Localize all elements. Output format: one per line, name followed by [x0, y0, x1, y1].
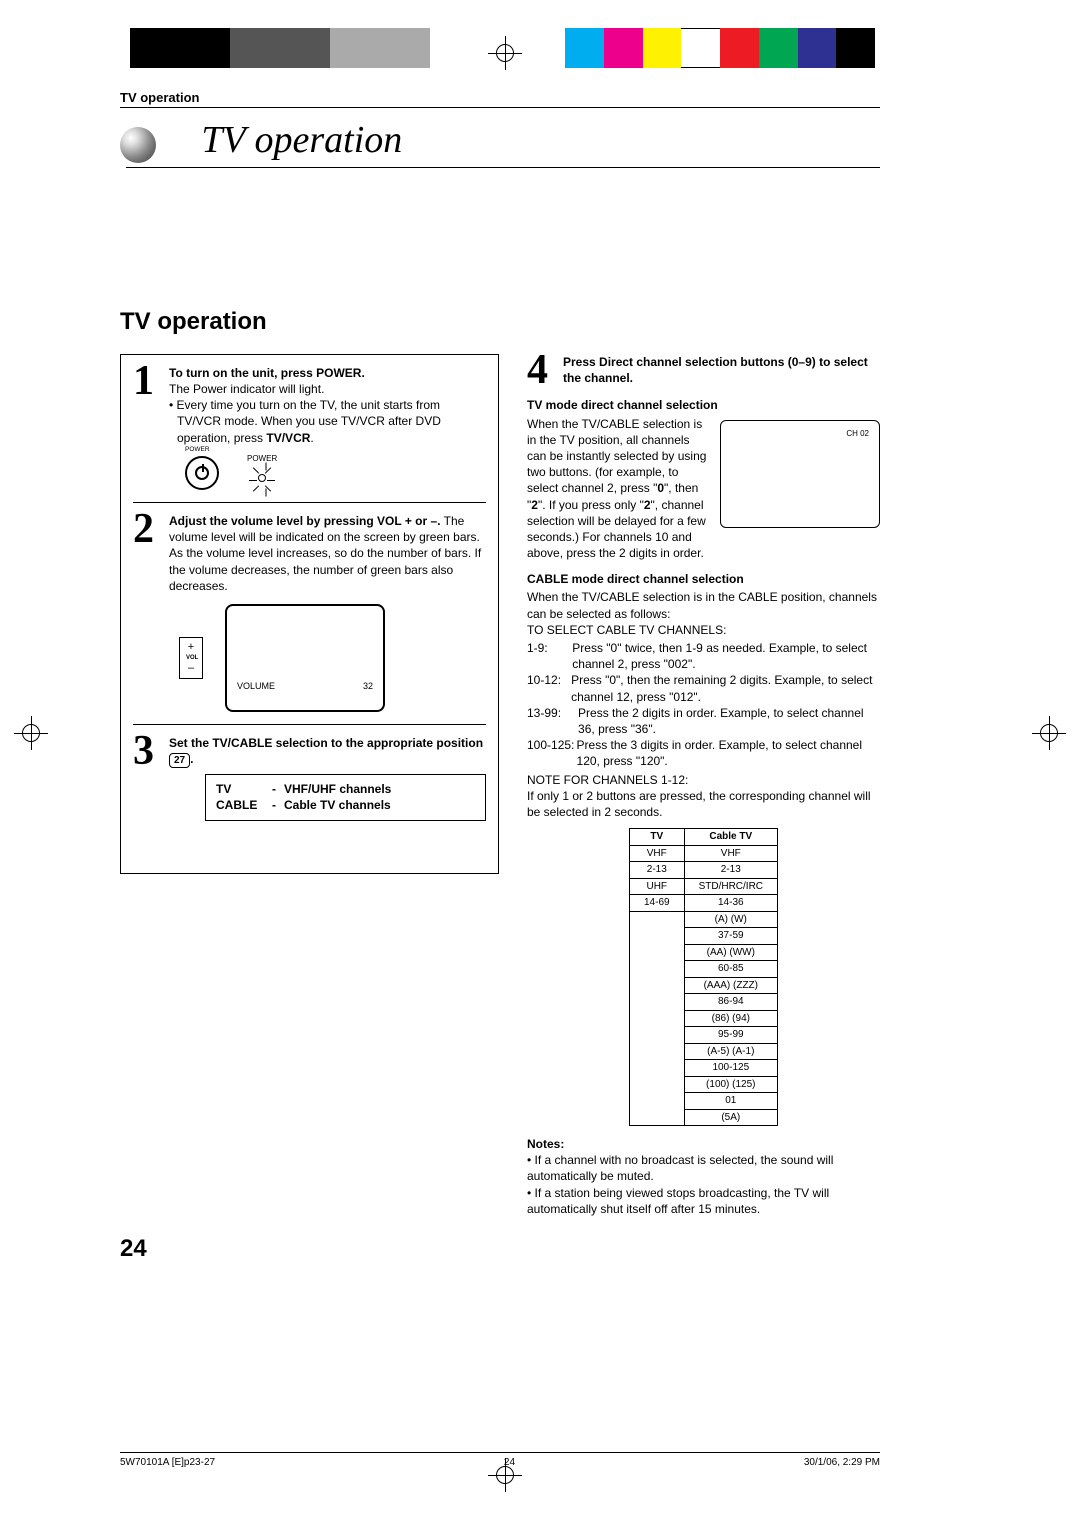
step-4: 4 Press Direct channel selection buttons…	[527, 354, 880, 388]
note-item: • If a station being viewed stops broadc…	[527, 1185, 880, 1217]
tv-screen-icon: VOLUME 32	[225, 604, 385, 712]
note-item: • If a channel with no broadcast is sele…	[527, 1152, 880, 1184]
table-row: 60-85	[629, 961, 777, 978]
power-button-icon	[185, 456, 219, 490]
chapter-title-row: TV operation	[120, 118, 880, 167]
step-2: 2 Adjust the volume level by pressing VO…	[133, 513, 486, 716]
footer-left: 5W70101A [E]p23-27	[120, 1457, 215, 1468]
legend-row: CABLE-Cable TV channels	[216, 797, 475, 813]
right-column: 4 Press Direct channel selection buttons…	[527, 354, 880, 1217]
osd-label: VOLUME	[237, 680, 275, 692]
osd-value: 32	[363, 680, 373, 692]
grayscale-bar	[130, 28, 430, 68]
tv-cable-legend: TV-VHF/UHF channels CABLE-Cable TV chann…	[205, 774, 486, 820]
section-title: TV operation	[120, 308, 880, 336]
step-heading: To turn on the unit, press POWER.	[169, 366, 365, 380]
running-head: TV operation	[120, 90, 880, 105]
step-number: 3	[133, 735, 161, 821]
table-row: 86-94	[629, 994, 777, 1011]
list-item: 13-99:Press the 2 digits in order. Examp…	[527, 705, 880, 737]
table-row: 01	[629, 1093, 777, 1110]
subheading: CABLE mode direct channel selection	[527, 571, 880, 587]
table-row: UHFSTD/HRC/IRC	[629, 878, 777, 895]
step-number: 4	[527, 354, 555, 388]
table-row: 100-125	[629, 1060, 777, 1077]
channel-table: TVCable TV VHFVHF2-132-13UHFSTD/HRC/IRC1…	[629, 828, 778, 1126]
table-row: (A) (W)	[629, 911, 777, 928]
cmyk-bar	[565, 28, 875, 68]
table-row: (86) (94)	[629, 1010, 777, 1027]
step-bullet: • Every time you turn on the TV, the uni…	[177, 397, 486, 446]
steps-box: 1 To turn on the unit, press POWER. The …	[120, 354, 499, 874]
step-text: The Power indicator will light.	[169, 382, 324, 396]
table-row: 37-59	[629, 928, 777, 945]
subheading: TV mode direct channel selection	[527, 397, 880, 413]
list-item: 1-9:Press "0" twice, then 1-9 as needed.…	[527, 640, 880, 672]
table-row: 14-6914-36	[629, 895, 777, 912]
channel-osd: CH 02	[846, 429, 869, 440]
step-number: 2	[133, 513, 161, 716]
legend-row: TV-VHF/UHF channels	[216, 781, 475, 797]
table-row: (AAA) (ZZZ)	[629, 977, 777, 994]
footer: 5W70101A [E]p23-27 24 30/1/06, 2:29 PM	[120, 1452, 880, 1468]
table-row: VHFVHF	[629, 845, 777, 862]
tv-screen-icon: CH 02	[720, 420, 880, 528]
table-row: 2-132-13	[629, 862, 777, 879]
step-number: 1	[133, 365, 161, 494]
divider	[133, 724, 486, 725]
power-button-label: POWER	[185, 446, 210, 455]
step-3: 3 Set the TV/CABLE selection to the appr…	[133, 735, 486, 821]
body-text: When the TV/CABLE selection is in the CA…	[527, 589, 880, 621]
notes-heading: Notes:	[527, 1137, 564, 1151]
table-row: (A-5) (A-1)	[629, 1043, 777, 1060]
body-text: If only 1 or 2 buttons are pressed, the …	[527, 788, 880, 820]
page-ref-badge: 27	[169, 753, 190, 768]
chapter-title: TV operation	[201, 119, 402, 161]
power-indicator-icon: POWER	[247, 454, 277, 492]
body-text: TO SELECT CABLE TV CHANNELS:	[527, 622, 880, 638]
divider	[133, 502, 486, 503]
page-number: 24	[120, 1235, 880, 1263]
cable-channel-list: 1-9:Press "0" twice, then 1-9 as needed.…	[527, 640, 880, 770]
list-item: 10-12:Press "0", then the remaining 2 di…	[527, 672, 880, 704]
registration-mark-icon	[14, 716, 48, 750]
table-row: (AA) (WW)	[629, 944, 777, 961]
footer-right: 30/1/06, 2:29 PM	[804, 1457, 880, 1468]
step-1: 1 To turn on the unit, press POWER. The …	[133, 365, 486, 494]
registration-mark-icon	[488, 36, 522, 70]
step-heading: Adjust the volume level by pressing VOL …	[169, 514, 441, 528]
notes-block: Notes: • If a channel with no broadcast …	[527, 1136, 880, 1217]
step-heading: Press Direct channel selection buttons (…	[563, 355, 868, 385]
registration-mark-icon	[1032, 716, 1066, 750]
table-row: 95-99	[629, 1027, 777, 1044]
sphere-icon	[120, 127, 156, 163]
divider	[120, 107, 880, 108]
volume-buttons-icon: + VOL –	[179, 637, 203, 679]
table-row: (5A)	[629, 1109, 777, 1126]
divider	[126, 167, 880, 168]
body-text: NOTE FOR CHANNELS 1-12:	[527, 772, 880, 788]
table-row: (100) (125)	[629, 1076, 777, 1093]
step-heading: Set the TV/CABLE selection to the approp…	[169, 736, 483, 766]
footer-center: 24	[504, 1457, 515, 1468]
list-item: 100-125:Press the 3 digits in order. Exa…	[527, 737, 880, 769]
body-text: CH 02 When the TV/CABLE selection is in …	[527, 416, 880, 562]
